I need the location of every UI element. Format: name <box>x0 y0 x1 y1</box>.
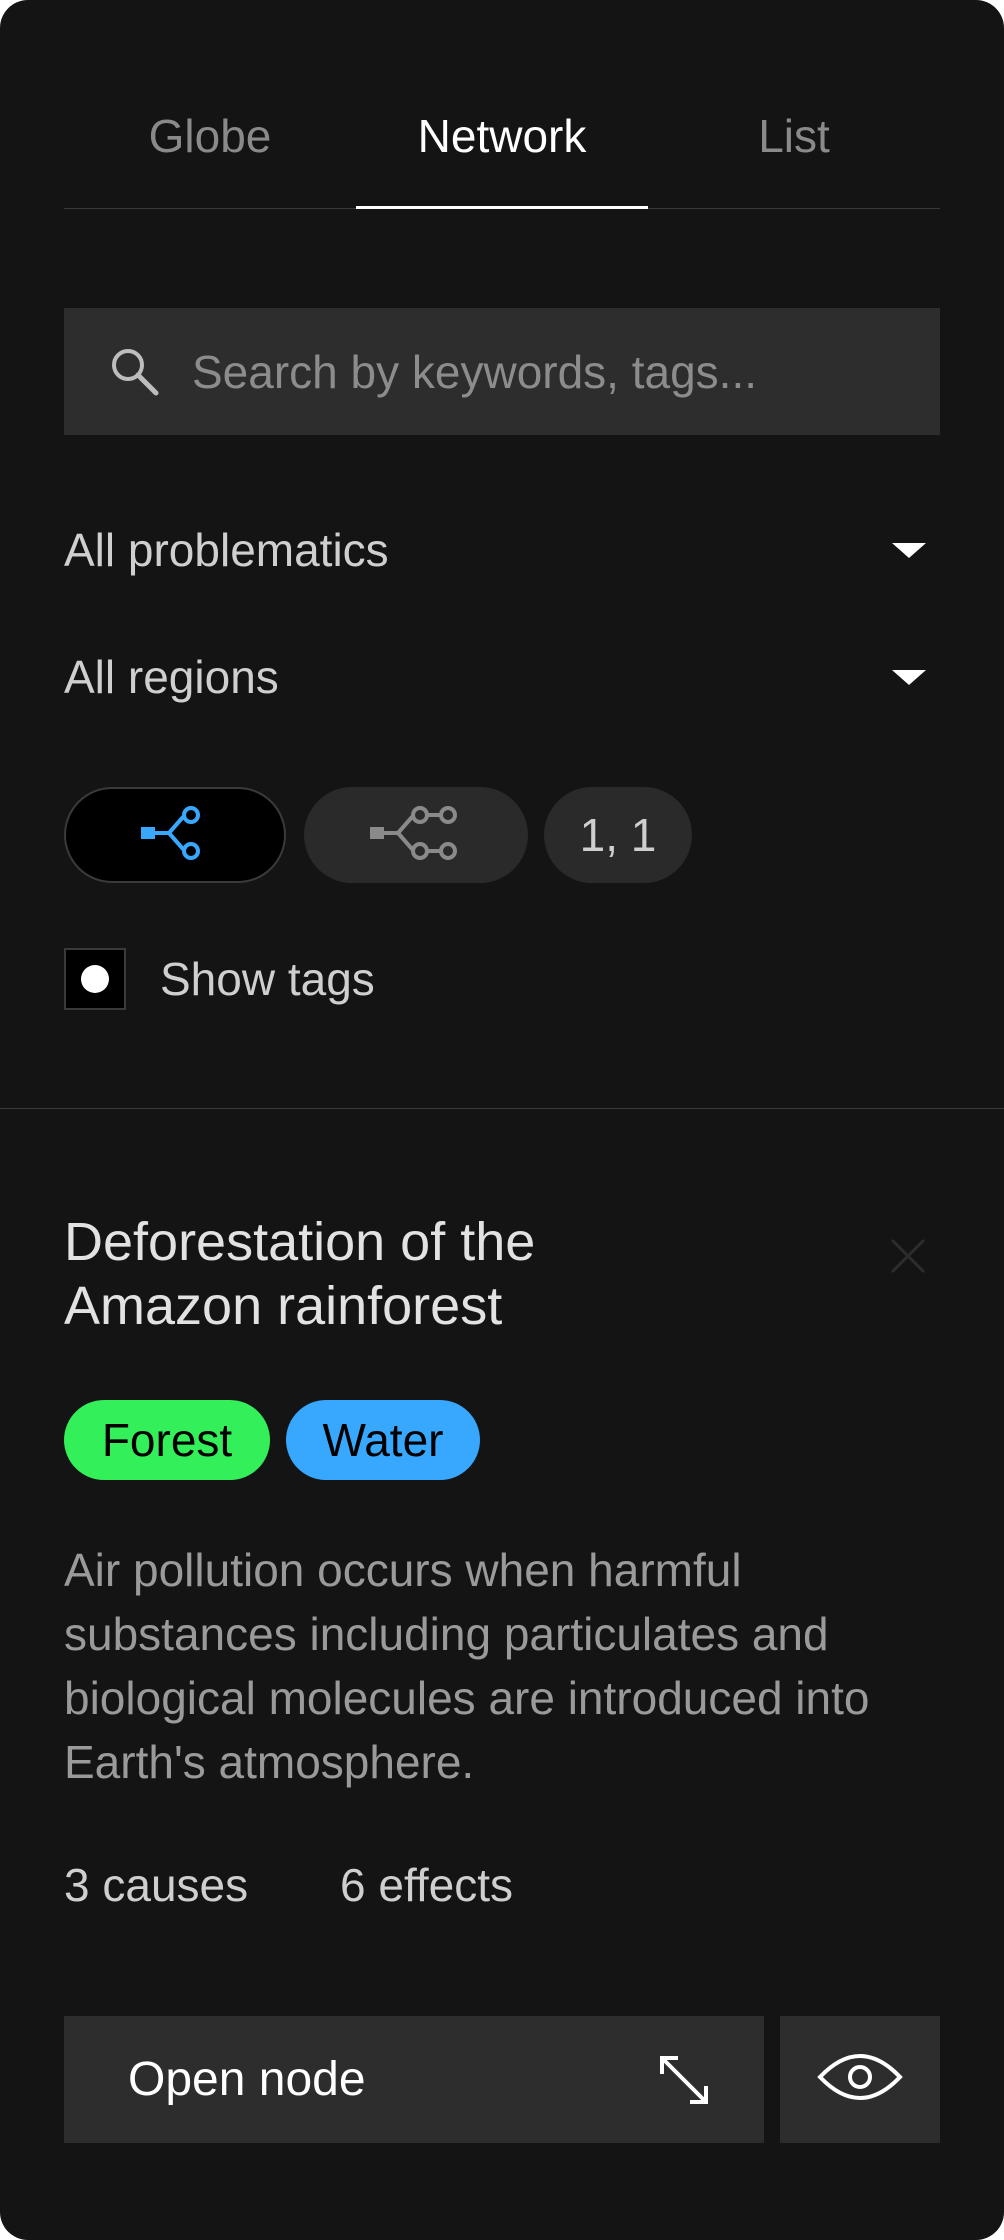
branch-network-icon <box>139 803 211 868</box>
open-node-button[interactable]: Open node <box>64 2016 764 2143</box>
search-input[interactable] <box>192 308 912 435</box>
section-divider <box>0 1108 1004 1109</box>
expand-arrows-icon <box>654 2050 714 2110</box>
show-tags-checkbox[interactable] <box>64 948 126 1010</box>
search-icon <box>104 341 164 401</box>
tab-globe[interactable]: Globe <box>64 64 356 208</box>
regions-dropdown[interactable]: All regions <box>64 637 940 717</box>
causes-count[interactable]: 3 causes <box>64 1858 248 1912</box>
close-icon <box>884 1238 932 1284</box>
open-node-label: Open node <box>128 2053 366 2106</box>
problematics-dropdown-label: All problematics <box>64 524 389 576</box>
network-panel: Globe Network List All problematics All … <box>0 0 1004 2240</box>
show-tags-label: Show tags <box>160 953 375 1005</box>
regions-dropdown-label: All regions <box>64 651 279 703</box>
problematics-dropdown[interactable]: All problematics <box>64 510 940 590</box>
tag-forest[interactable]: Forest <box>64 1400 270 1480</box>
tab-list[interactable]: List <box>648 64 940 208</box>
depth-level-button[interactable]: 1, 1 <box>544 787 692 883</box>
caret-down-icon <box>892 542 926 558</box>
close-node-button[interactable] <box>884 1232 932 1280</box>
tab-network[interactable]: Network <box>356 64 648 209</box>
effects-network-toggle[interactable] <box>304 787 528 883</box>
branch-network-outline-icon <box>368 803 464 868</box>
node-title: Deforestation of the Amazon rainforest <box>64 1212 536 1336</box>
causes-network-toggle[interactable] <box>64 787 286 883</box>
tag-water[interactable]: Water <box>286 1400 480 1480</box>
node-description: Air pollution occurs when harmful substa… <box>64 1544 870 1788</box>
search-bar <box>64 308 940 435</box>
caret-down-icon <box>892 669 926 685</box>
eye-icon <box>816 2051 904 2108</box>
checkbox-checked-indicator <box>81 965 109 993</box>
view-tabs: Globe Network List <box>64 64 940 209</box>
effects-count[interactable]: 6 effects <box>340 1858 513 1912</box>
preview-node-button[interactable] <box>780 2016 940 2143</box>
